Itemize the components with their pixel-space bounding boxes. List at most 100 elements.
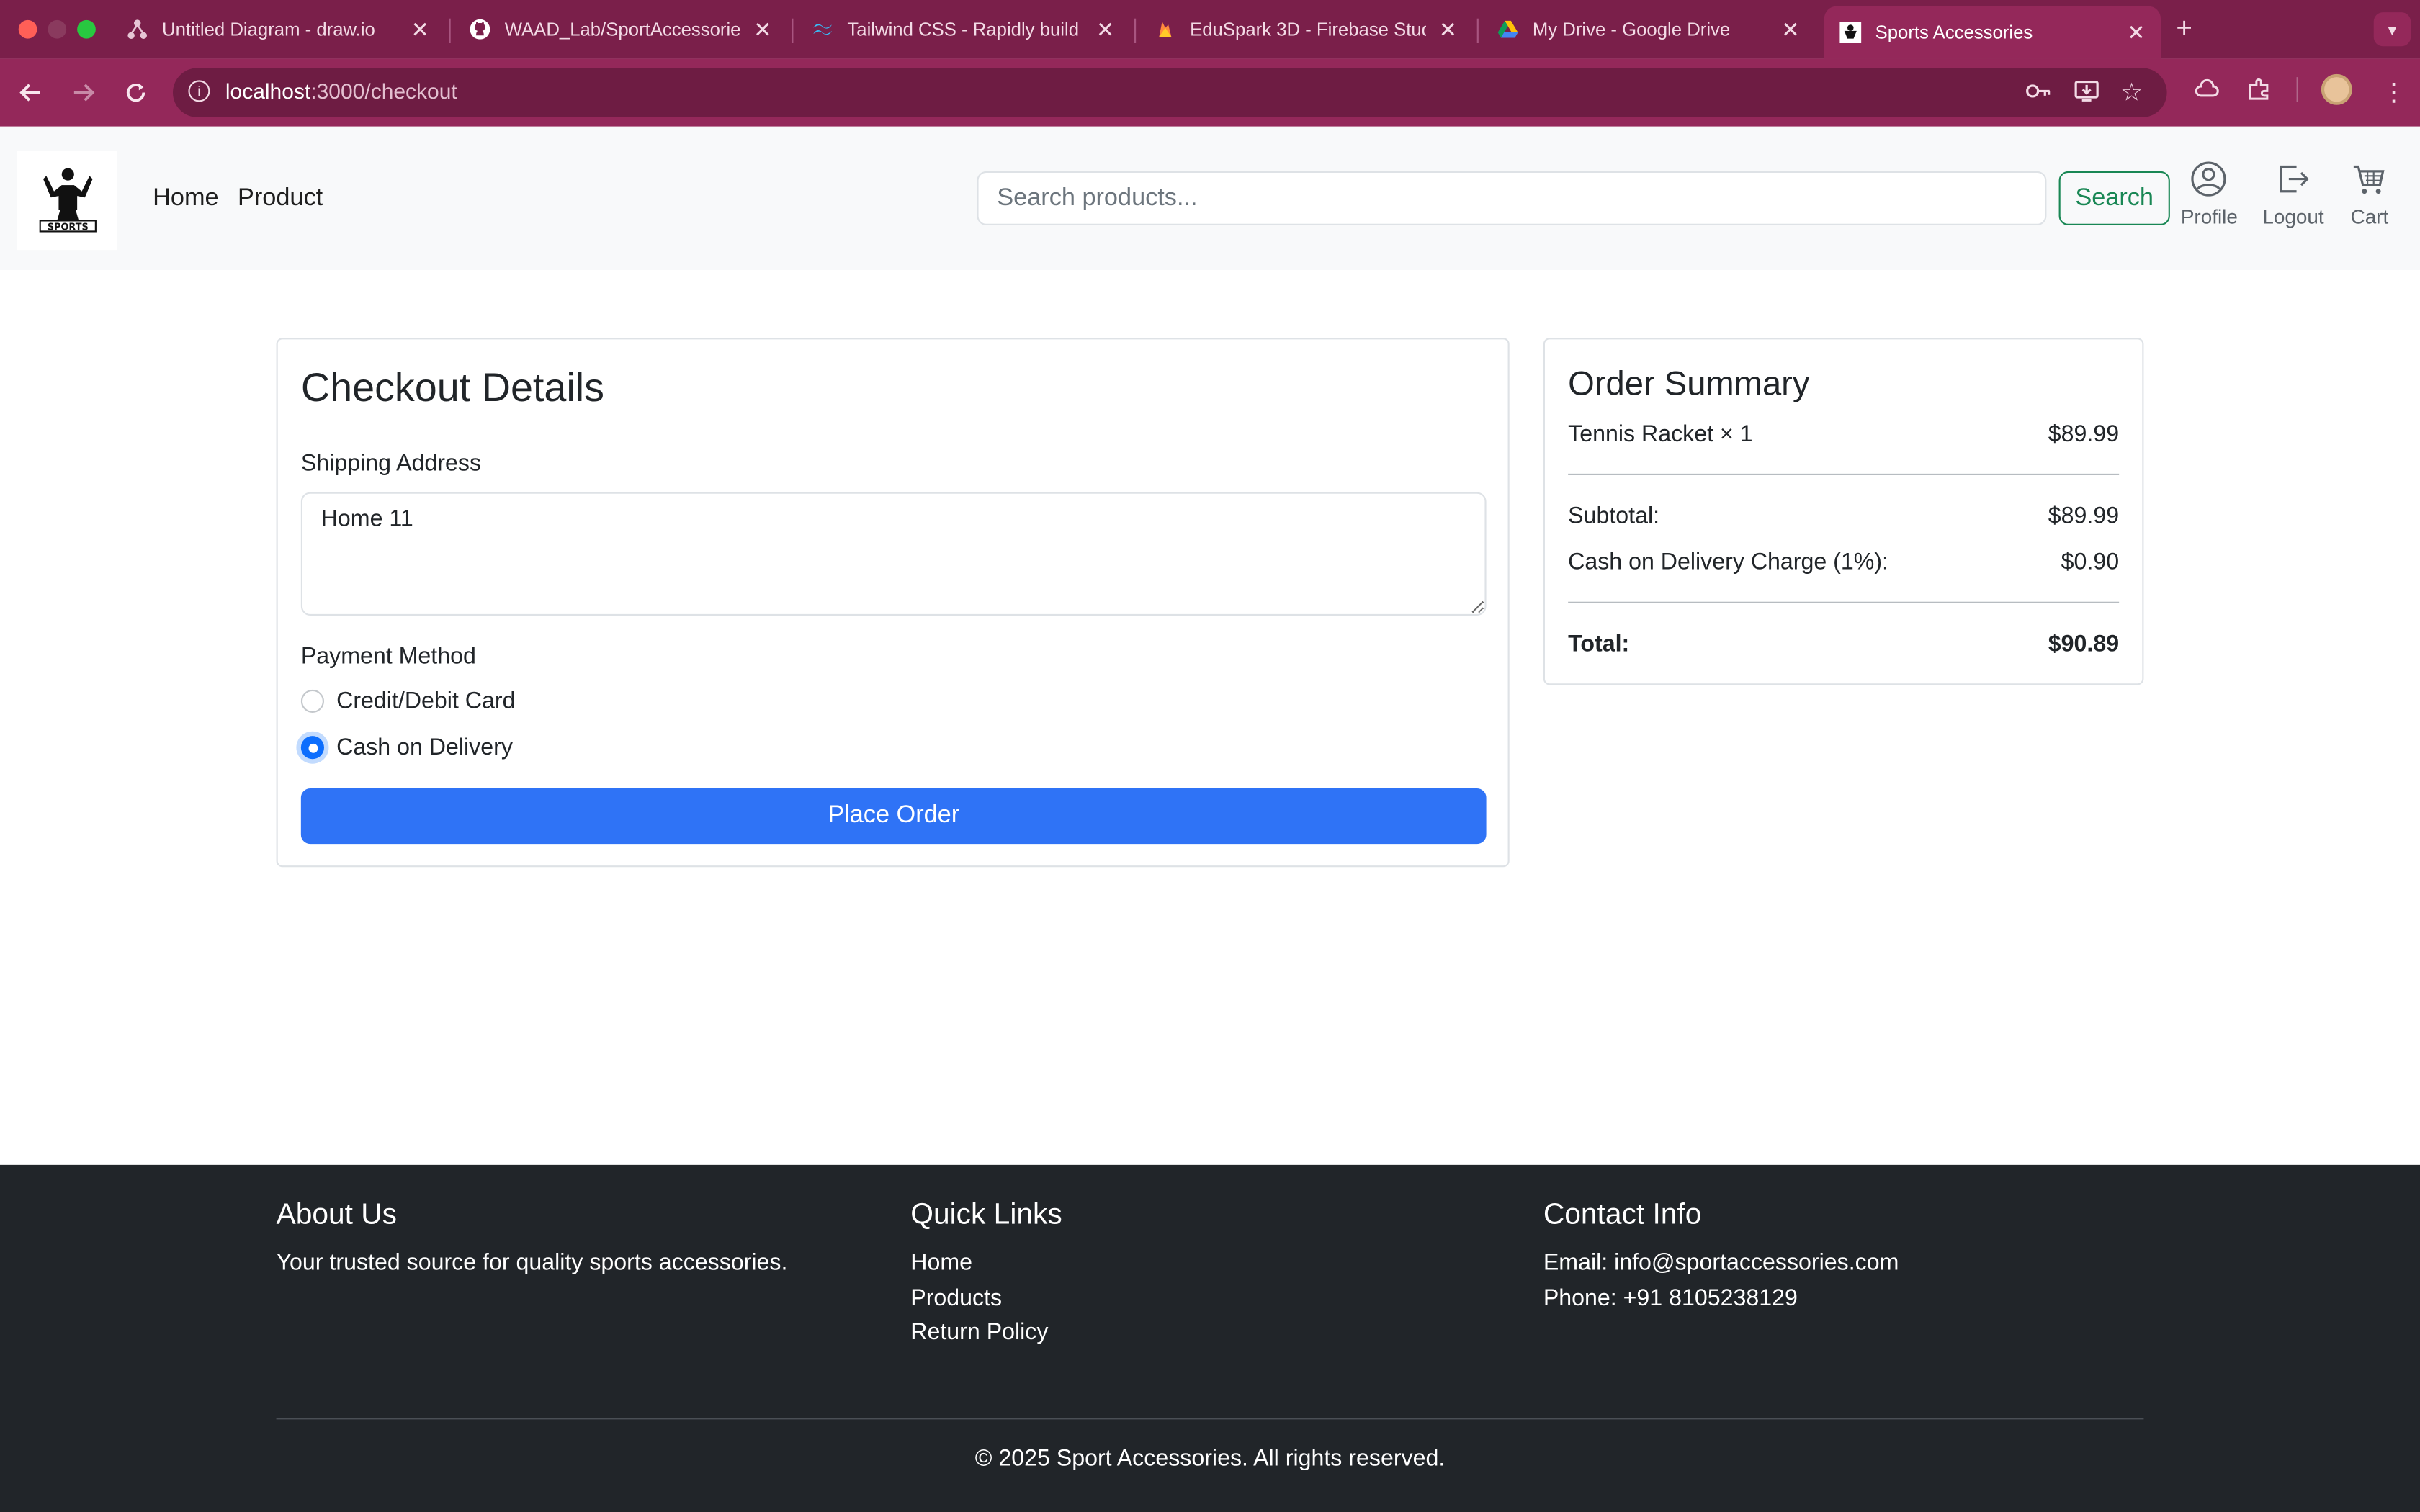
search-button[interactable]: Search [2058, 171, 2170, 225]
address-bar[interactable]: i localhost:3000/checkout ☆ [173, 68, 2167, 117]
firebase-icon [1155, 19, 1176, 40]
url-text: localhost:3000/checkout [225, 78, 457, 103]
tab-title: Untitled Diagram - draw.io [162, 18, 375, 40]
tab-close-icon[interactable]: ✕ [1781, 17, 1799, 42]
site-footer: About Us Your trusted source for quality… [0, 1164, 2420, 1512]
site-navbar: SPORTS Home Product Search Profile Logou… [0, 126, 2420, 270]
contact-title: Contact Info [1543, 1199, 1702, 1231]
total-row: Total: $90.89 [1568, 631, 2119, 657]
new-tab-icon[interactable]: + [2176, 12, 2192, 45]
browser-toolbar: i localhost:3000/checkout ☆ ⋮ [0, 58, 2420, 127]
svg-text:SPORTS: SPORTS [47, 222, 88, 233]
cod-charge-row: Cash on Delivery Charge (1%): $0.90 [1568, 549, 2119, 575]
nav-home-link[interactable]: Home [153, 185, 218, 213]
browser-tab[interactable]: EduSpark 3D - Firebase Studi ✕ [1139, 6, 1472, 53]
tab-close-icon[interactable]: ✕ [411, 17, 429, 42]
sports-logo[interactable]: SPORTS [17, 151, 117, 251]
search-input[interactable] [978, 173, 2045, 224]
sports-logo-icon [1839, 22, 1862, 43]
url-path: :3000/checkout [310, 78, 457, 104]
browser-tab[interactable]: Untitled Diagram - draw.io ✕ [111, 6, 444, 53]
footer-contact: Contact Info Email: info@sportaccessorie… [1543, 1199, 1899, 1316]
cod-radio-label[interactable]: Cash on Delivery [336, 734, 513, 760]
logout-nav-item[interactable]: Logout [2262, 161, 2324, 229]
total-label: Total: [1568, 631, 1630, 657]
logout-icon [2280, 165, 2309, 193]
browser-tabstrip: Untitled Diagram - draw.io ✕ WAAD_Lab/Sp… [0, 0, 2420, 59]
tab-separator [1134, 18, 1137, 43]
cart-nav-item[interactable]: Cart [2350, 161, 2389, 229]
checkout-title: Checkout Details [300, 364, 605, 410]
summary-divider [1568, 601, 2120, 603]
tab-search-chevron-icon[interactable]: ▾ [2373, 12, 2411, 47]
subtotal-row: Subtotal: $89.99 [1568, 503, 2119, 529]
tab-title: Sports Accessories [1875, 22, 2033, 43]
item-price: $89.99 [2048, 421, 2120, 448]
subtotal-label: Subtotal: [1568, 503, 1660, 529]
browser-tab[interactable]: WAAD_Lab/SportAccessories ✕ [454, 6, 787, 53]
footer-link-home[interactable]: Home [910, 1246, 1062, 1281]
tab-close-icon[interactable]: ✕ [2127, 19, 2145, 45]
reload-icon[interactable] [120, 77, 151, 108]
profile-label: Profile [2180, 205, 2238, 229]
copyright-text: © 2025 Sport Accessories. All rights res… [974, 1445, 1446, 1472]
place-order-button[interactable]: Place Order [300, 788, 1487, 845]
summary-item-row: Tennis Racket × 1 $89.99 [1568, 421, 2119, 447]
tab-title: WAAD_Lab/SportAccessories [504, 18, 742, 40]
tab-separator [1476, 18, 1479, 43]
checkout-card: Checkout Details Shipping Address Home 1… [276, 338, 1510, 868]
url-host: localhost [225, 78, 311, 104]
tab-close-icon[interactable]: ✕ [1439, 17, 1457, 42]
card-radio-label[interactable]: Credit/Debit Card [336, 688, 515, 714]
item-name: Tennis Racket × 1 [1568, 421, 1753, 448]
browser-tab[interactable]: Tailwind CSS - Rapidly build m ✕ [797, 6, 1130, 53]
payment-option-cod[interactable]: Cash on Delivery [300, 734, 513, 760]
browser-menu-icon[interactable]: ⋮ [2381, 77, 2406, 108]
site-info-icon[interactable]: i [188, 80, 210, 102]
profile-nav-item[interactable]: Profile [2181, 161, 2238, 228]
tab-separator [792, 18, 794, 43]
window-zoom-button[interactable] [77, 19, 96, 39]
about-text: Your trusted source for quality sports a… [276, 1249, 788, 1277]
extensions-puzzle-icon[interactable] [2247, 77, 2272, 108]
browser-tab[interactable]: My Drive - Google Drive ✕ [1482, 6, 1815, 53]
tab-close-icon[interactable]: ✕ [1096, 17, 1114, 42]
search-field[interactable] [977, 171, 2047, 225]
subtotal-value: $89.99 [2048, 503, 2120, 529]
profile-avatar[interactable] [2321, 73, 2352, 105]
cod-charge-label: Cash on Delivery Charge (1%): [1568, 549, 1888, 576]
password-key-icon[interactable] [2025, 80, 2053, 106]
footer-link-return-policy[interactable]: Return Policy [910, 1316, 1062, 1351]
forward-icon[interactable] [68, 77, 99, 108]
tab-title: EduSpark 3D - Firebase Studi [1190, 18, 1427, 40]
cod-radio[interactable] [300, 736, 324, 760]
install-app-icon[interactable] [2074, 80, 2099, 106]
summary-divider [1568, 473, 2120, 475]
logout-label: Logout [2262, 205, 2324, 229]
payment-method-label: Payment Method [300, 643, 476, 670]
contact-phone: Phone: +91 8105238129 [1543, 1284, 1798, 1311]
footer-about: About Us Your trusted source for quality… [277, 1199, 788, 1282]
github-icon [469, 19, 490, 40]
cart-icon [2354, 165, 2385, 194]
browser-tab-active[interactable]: Sports Accessories ✕ [1824, 6, 2161, 59]
quick-links-title: Quick Links [910, 1199, 1062, 1231]
cart-label: Cart [2350, 205, 2389, 229]
card-radio[interactable] [300, 689, 324, 713]
shipping-address-field[interactable]: Home 11 [300, 492, 1487, 616]
tab-close-icon[interactable]: ✕ [753, 17, 771, 42]
google-drive-icon [1497, 19, 1519, 40]
back-icon[interactable] [15, 77, 46, 108]
tailwind-icon [812, 19, 833, 40]
contact-email: Email: info@sportaccessories.com [1543, 1249, 1899, 1277]
window-minimize-button[interactable] [48, 19, 67, 39]
payment-option-card[interactable]: Credit/Debit Card [300, 688, 515, 714]
tab-title: My Drive - Google Drive [1532, 18, 1731, 40]
nav-product-link[interactable]: Product [238, 185, 323, 213]
footer-link-products[interactable]: Products [910, 1282, 1062, 1316]
bookmark-star-icon[interactable]: ☆ [2120, 77, 2143, 108]
order-summary-card: Order Summary Tennis Racket × 1 $89.99 S… [1543, 338, 2144, 685]
window-close-button[interactable] [18, 19, 37, 39]
extension-cloud-icon[interactable] [2195, 77, 2219, 108]
total-value: $90.89 [2048, 631, 2120, 657]
